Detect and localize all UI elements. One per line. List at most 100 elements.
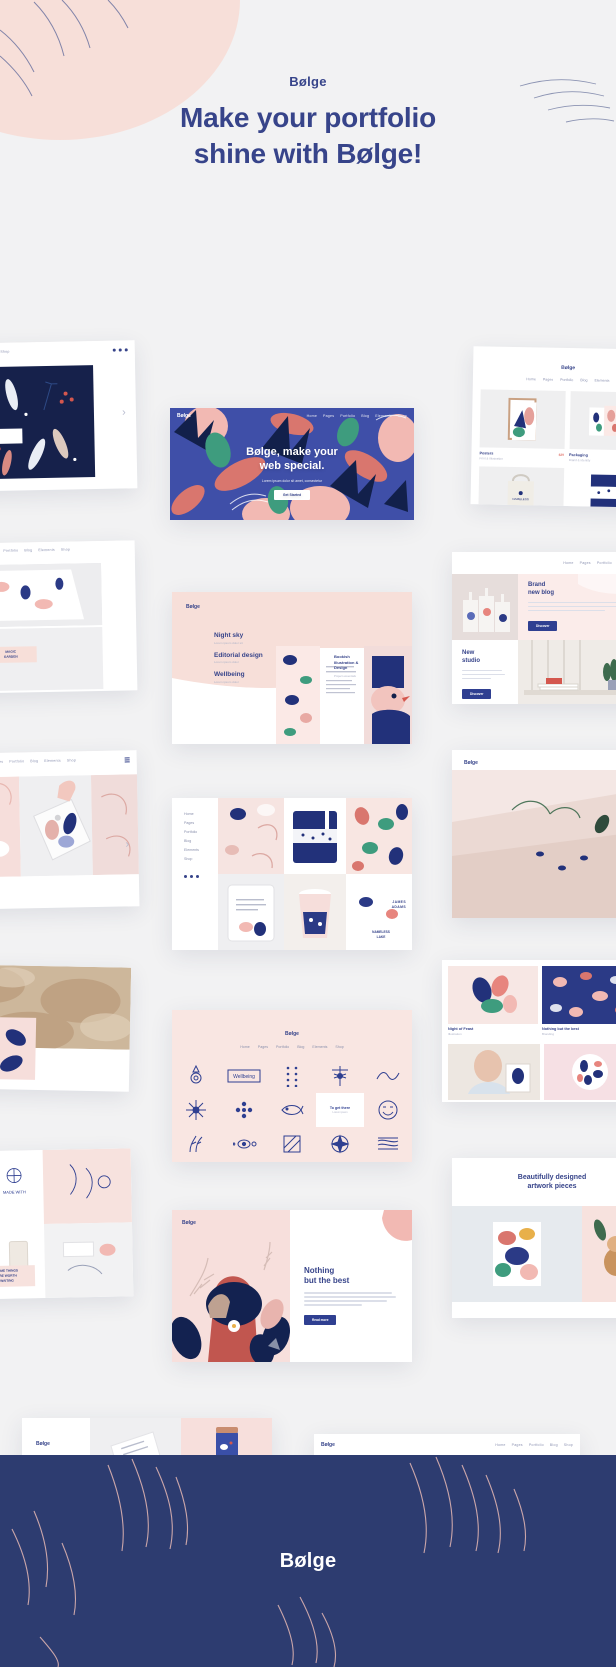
nav-link[interactable]: Portfolio bbox=[184, 830, 218, 834]
chevron-right-icon[interactable]: › bbox=[118, 406, 130, 418]
flower-dots-icon[interactable] bbox=[220, 1093, 268, 1127]
portfolio-tile[interactable] bbox=[346, 798, 412, 874]
nav-link[interactable]: Home bbox=[563, 561, 573, 565]
nav-link[interactable]: Elements bbox=[375, 414, 392, 418]
nav-link[interactable]: Elements bbox=[44, 759, 61, 763]
brochure-menu[interactable]: Night sky Lorem ipsum dolor sit Editoria… bbox=[214, 632, 263, 684]
hangtag-tile[interactable] bbox=[44, 1222, 134, 1298]
lookbook-photo[interactable] bbox=[544, 1044, 616, 1100]
portfolio-tile[interactable] bbox=[284, 798, 346, 874]
sparkle-icon[interactable] bbox=[316, 1059, 364, 1093]
portfolio-sidebar[interactable]: Home Pages Portfolio Blog Elements Shop bbox=[172, 798, 218, 950]
nav-link[interactable]: Blog bbox=[550, 1443, 558, 1447]
journey-page-mockup[interactable]: TO GET HERE To get there bbox=[0, 964, 132, 1092]
artwork-pieces-mockup[interactable]: Beautifully designed artwork pieces bbox=[452, 1158, 616, 1318]
lookbook-mockup[interactable]: Night of Feast Illustration Nothing but … bbox=[442, 960, 616, 1102]
nav-link[interactable]: Pages bbox=[184, 821, 218, 825]
nav-link[interactable]: Elements bbox=[38, 548, 55, 552]
artwork-photo[interactable] bbox=[452, 1205, 582, 1302]
lookbook-item[interactable]: Nothing but the best Branding bbox=[542, 966, 616, 1036]
nav-link[interactable]: Pages bbox=[258, 1045, 268, 1049]
nav-link[interactable]: Portfolio bbox=[340, 414, 355, 418]
nav-link[interactable]: Elements bbox=[594, 379, 609, 383]
wave-icon[interactable] bbox=[364, 1059, 412, 1093]
tooltip-card[interactable]: To get there Lorem ipsum bbox=[316, 1093, 364, 1127]
section-cta-button[interactable]: Read more bbox=[304, 1315, 337, 1325]
nav-link[interactable]: Shop bbox=[67, 758, 76, 762]
nav-link[interactable]: Blog bbox=[297, 1045, 304, 1049]
lookbook-item[interactable]: Night of Feast Illustration bbox=[448, 966, 538, 1036]
mockup-logo[interactable]: Bølge bbox=[177, 413, 191, 419]
blog-page-mockup[interactable]: Home Pages Portfolio Blog Shop Bølge Bra… bbox=[452, 552, 616, 704]
menu-item[interactable]: Editorial design Lorem ipsum dolor bbox=[214, 652, 263, 665]
hamburger-icon[interactable] bbox=[124, 756, 130, 762]
nothing-but-the-best-mockup[interactable]: Bølge Nothing but the best Read more bbox=[172, 1210, 412, 1362]
nav-link[interactable]: Portfolio bbox=[597, 561, 612, 565]
smiley-icon[interactable] bbox=[364, 1093, 412, 1127]
masonry-portfolio-mockup[interactable]: Home Pages Portfolio Blog Elements Shop bbox=[172, 798, 412, 950]
nav-link[interactable]: Blog bbox=[361, 414, 369, 418]
portfolio-tile[interactable] bbox=[218, 874, 284, 950]
blog-post-card[interactable]: New studio Discover bbox=[452, 640, 518, 704]
mockup-logo[interactable]: Bølge bbox=[321, 1442, 335, 1448]
mockup-logo[interactable]: Bølge bbox=[36, 1441, 50, 1447]
nav-link[interactable]: Portfolio bbox=[276, 1045, 289, 1049]
mockup-logo[interactable]: Bølge bbox=[561, 365, 575, 371]
nav-link[interactable]: Home bbox=[240, 1045, 250, 1049]
artwork-photo[interactable] bbox=[582, 1205, 616, 1302]
nav-link[interactable]: Pages bbox=[0, 760, 3, 764]
sticker-page-mockup[interactable]: Home Pages Portfolio Blog Elements Shop bbox=[0, 750, 140, 910]
compass-icon[interactable] bbox=[316, 1127, 364, 1161]
blog-post-card[interactable]: Brand new blog Discover bbox=[518, 574, 616, 640]
nav-link[interactable]: Elements bbox=[184, 848, 218, 852]
nav-link[interactable]: Shop bbox=[0, 350, 9, 354]
shop-grid-mockup[interactable]: Bølge Home Pages Portfolio Blog Elements… bbox=[470, 346, 616, 508]
nav-link[interactable]: Blog bbox=[184, 839, 218, 843]
chevron-right-icon[interactable]: › bbox=[121, 838, 133, 850]
nav-link[interactable]: Pages bbox=[512, 1443, 523, 1447]
hero-banner-mockup[interactable]: Bølge Home Pages Portfolio Blog Elements… bbox=[170, 408, 414, 520]
nav-link[interactable]: Shop bbox=[61, 548, 70, 552]
icon-library-mockup[interactable]: Bølge Home Pages Portfolio Blog Elements… bbox=[172, 1010, 412, 1162]
nav-link[interactable]: Pages bbox=[543, 378, 553, 382]
nav-link[interactable]: Portfolio bbox=[529, 1443, 544, 1447]
nav-link[interactable]: Home bbox=[526, 377, 536, 381]
mockup-logo[interactable]: Bølge bbox=[464, 760, 478, 766]
fish-icon[interactable] bbox=[268, 1093, 316, 1127]
nav-link[interactable]: Blog bbox=[24, 548, 32, 552]
mockup-logo[interactable]: Bølge bbox=[285, 1031, 299, 1037]
mockup-logo[interactable]: Bølge bbox=[186, 604, 200, 610]
portfolio-tile[interactable] bbox=[218, 798, 284, 874]
magic-garden-mockup[interactable]: Home Pages Portfolio Blog Elements Shop … bbox=[0, 540, 138, 694]
nav-link[interactable]: Pages bbox=[323, 414, 334, 418]
nav-link[interactable]: Shop bbox=[564, 1443, 573, 1447]
hangtag-tile[interactable] bbox=[0, 1224, 46, 1300]
pattern-slider-mockup[interactable]: Blog Elements Shop Night Forest Illustr bbox=[0, 340, 138, 492]
product-card[interactable]: Posters Print & Illustration $29 bbox=[479, 389, 566, 462]
brochure-mockup[interactable]: Bølge Night sky Lorem ipsum dolor sit Ed… bbox=[172, 592, 412, 744]
nav-link[interactable]: Blog bbox=[580, 378, 587, 382]
grass-icon[interactable] bbox=[172, 1127, 220, 1161]
wellbeing-badge-icon[interactable]: Wellbeing bbox=[220, 1059, 268, 1093]
nav-link[interactable]: Pages bbox=[580, 561, 591, 565]
sunburst-icon[interactable] bbox=[172, 1093, 220, 1127]
menu-item[interactable]: Night sky Lorem ipsum dolor sit bbox=[214, 632, 263, 645]
nav-link[interactable]: Shop bbox=[398, 414, 407, 418]
nav-link[interactable]: Blog bbox=[30, 759, 38, 763]
eye-icon[interactable] bbox=[220, 1127, 268, 1161]
stripes-icon[interactable] bbox=[364, 1127, 412, 1161]
product-scene-mockup[interactable]: Bølge bbox=[452, 750, 616, 918]
nav-link[interactable]: Home bbox=[495, 1443, 505, 1447]
post-cta-button[interactable]: Discover bbox=[528, 620, 558, 631]
lookbook-photo[interactable] bbox=[448, 1044, 540, 1100]
tote-thumbnail[interactable]: NAMELESS bbox=[478, 466, 564, 508]
hero-cta-button[interactable]: Get Started bbox=[273, 489, 311, 501]
dots-grid-icon[interactable] bbox=[268, 1059, 316, 1093]
nav-link[interactable]: Portfolio bbox=[3, 549, 18, 553]
nav-link[interactable]: Shop bbox=[335, 1045, 343, 1049]
product-card[interactable]: Packaging Brand & Identity $34 bbox=[569, 391, 616, 464]
hangtag-tile[interactable] bbox=[42, 1148, 132, 1224]
portfolio-tile[interactable] bbox=[284, 874, 346, 950]
pendant-icon[interactable] bbox=[172, 1059, 220, 1093]
hangtag-tile[interactable]: MADE WITH bbox=[0, 1150, 44, 1226]
